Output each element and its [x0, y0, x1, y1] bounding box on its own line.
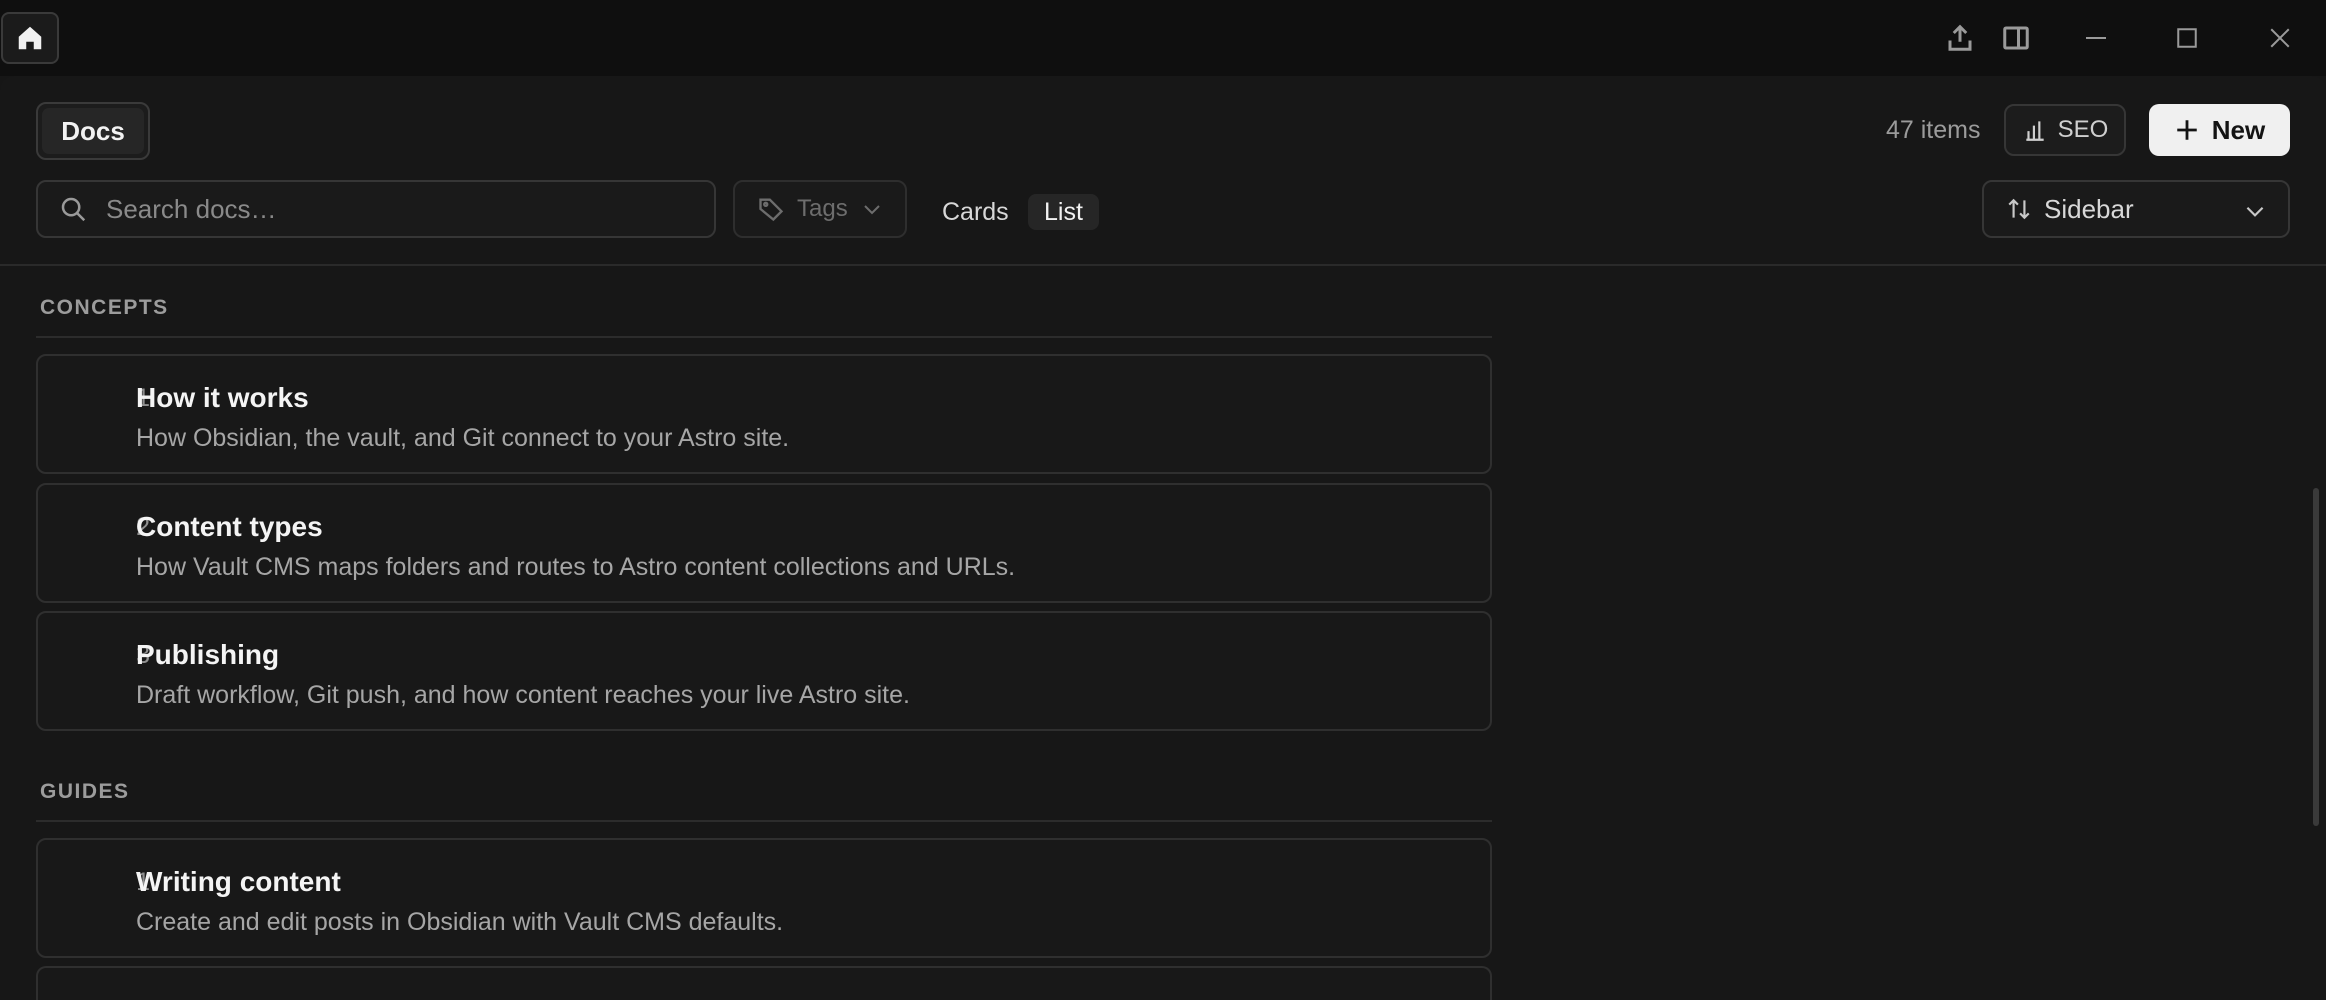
bar-chart-icon — [2025, 121, 2044, 141]
item-title: Publishing — [136, 639, 280, 670]
sort-icon — [2008, 198, 2030, 220]
item-title: How it works — [136, 382, 309, 413]
section-divider — [36, 336, 1492, 338]
seo-label: SEO — [2057, 116, 2109, 143]
tab-docs[interactable]: Docs — [36, 102, 150, 160]
section-title-guides: GUIDES — [40, 780, 130, 803]
tags-filter-dropdown[interactable]: Tags — [733, 180, 907, 238]
item-title: Writing content — [136, 866, 341, 897]
maximize-icon — [2177, 28, 2197, 48]
docs-panel: Docs 47 items SEO New Tags Cards List — [0, 76, 2326, 1000]
toolbar-divider — [0, 264, 2326, 266]
item-description: How Vault CMS maps folders and routes to… — [136, 553, 1016, 581]
item-description: Create and edit posts in Obsidian with V… — [136, 908, 784, 936]
home-button[interactable] — [1, 12, 59, 64]
minimize-button[interactable] — [2076, 18, 2116, 58]
list-item[interactable]: 1 How it works How Obsidian, the vault, … — [36, 354, 1492, 474]
section-divider — [36, 820, 1492, 822]
list-item[interactable]: 1 Writing content Create and edit posts … — [36, 838, 1492, 958]
share-button[interactable] — [1940, 18, 1980, 58]
close-button[interactable] — [2260, 18, 2300, 58]
new-label: New — [2211, 114, 2266, 145]
sort-dropdown[interactable]: Sidebar — [1982, 180, 2290, 238]
tag-icon — [759, 198, 784, 222]
item-count: 47 items — [1886, 116, 1981, 144]
list-item[interactable]: 2 Content types How Vault CMS maps folde… — [36, 483, 1492, 603]
list-item[interactable]: 3 Publishing Draft workflow, Git push, a… — [36, 611, 1492, 731]
chevron-down-icon — [863, 205, 880, 215]
search-box[interactable] — [36, 180, 716, 238]
new-button[interactable]: New — [2149, 104, 2290, 156]
sidebar-toggle-button[interactable] — [1996, 18, 2036, 58]
search-icon — [61, 197, 86, 222]
sidebar-toggle-icon — [2003, 26, 2029, 50]
view-toggle-cards[interactable]: Cards — [928, 194, 1023, 230]
item-description: Draft workflow, Git push, and how conten… — [136, 681, 910, 709]
sort-label: Sidebar — [2044, 193, 2134, 224]
tab-docs-label: Docs — [42, 108, 144, 154]
title-bar — [0, 0, 2326, 76]
home-icon — [18, 26, 42, 50]
item-title: Content types — [136, 511, 323, 542]
list-item[interactable] — [36, 966, 1492, 1000]
tags-label: Tags — [797, 195, 848, 222]
item-description: How Obsidian, the vault, and Git connect… — [136, 424, 790, 452]
search-input[interactable] — [106, 193, 666, 225]
share-icon — [1948, 24, 1972, 51]
maximize-button[interactable] — [2167, 18, 2207, 58]
section-title-concepts: CONCEPTS — [40, 296, 169, 319]
seo-button[interactable]: SEO — [2004, 104, 2126, 156]
scrollbar-thumb[interactable] — [2313, 488, 2319, 826]
plus-icon — [2177, 120, 2197, 140]
view-toggle-list[interactable]: List — [1028, 194, 1099, 230]
chevron-down-icon — [2246, 206, 2264, 217]
minimize-icon — [2086, 37, 2106, 39]
close-icon — [2270, 28, 2290, 48]
